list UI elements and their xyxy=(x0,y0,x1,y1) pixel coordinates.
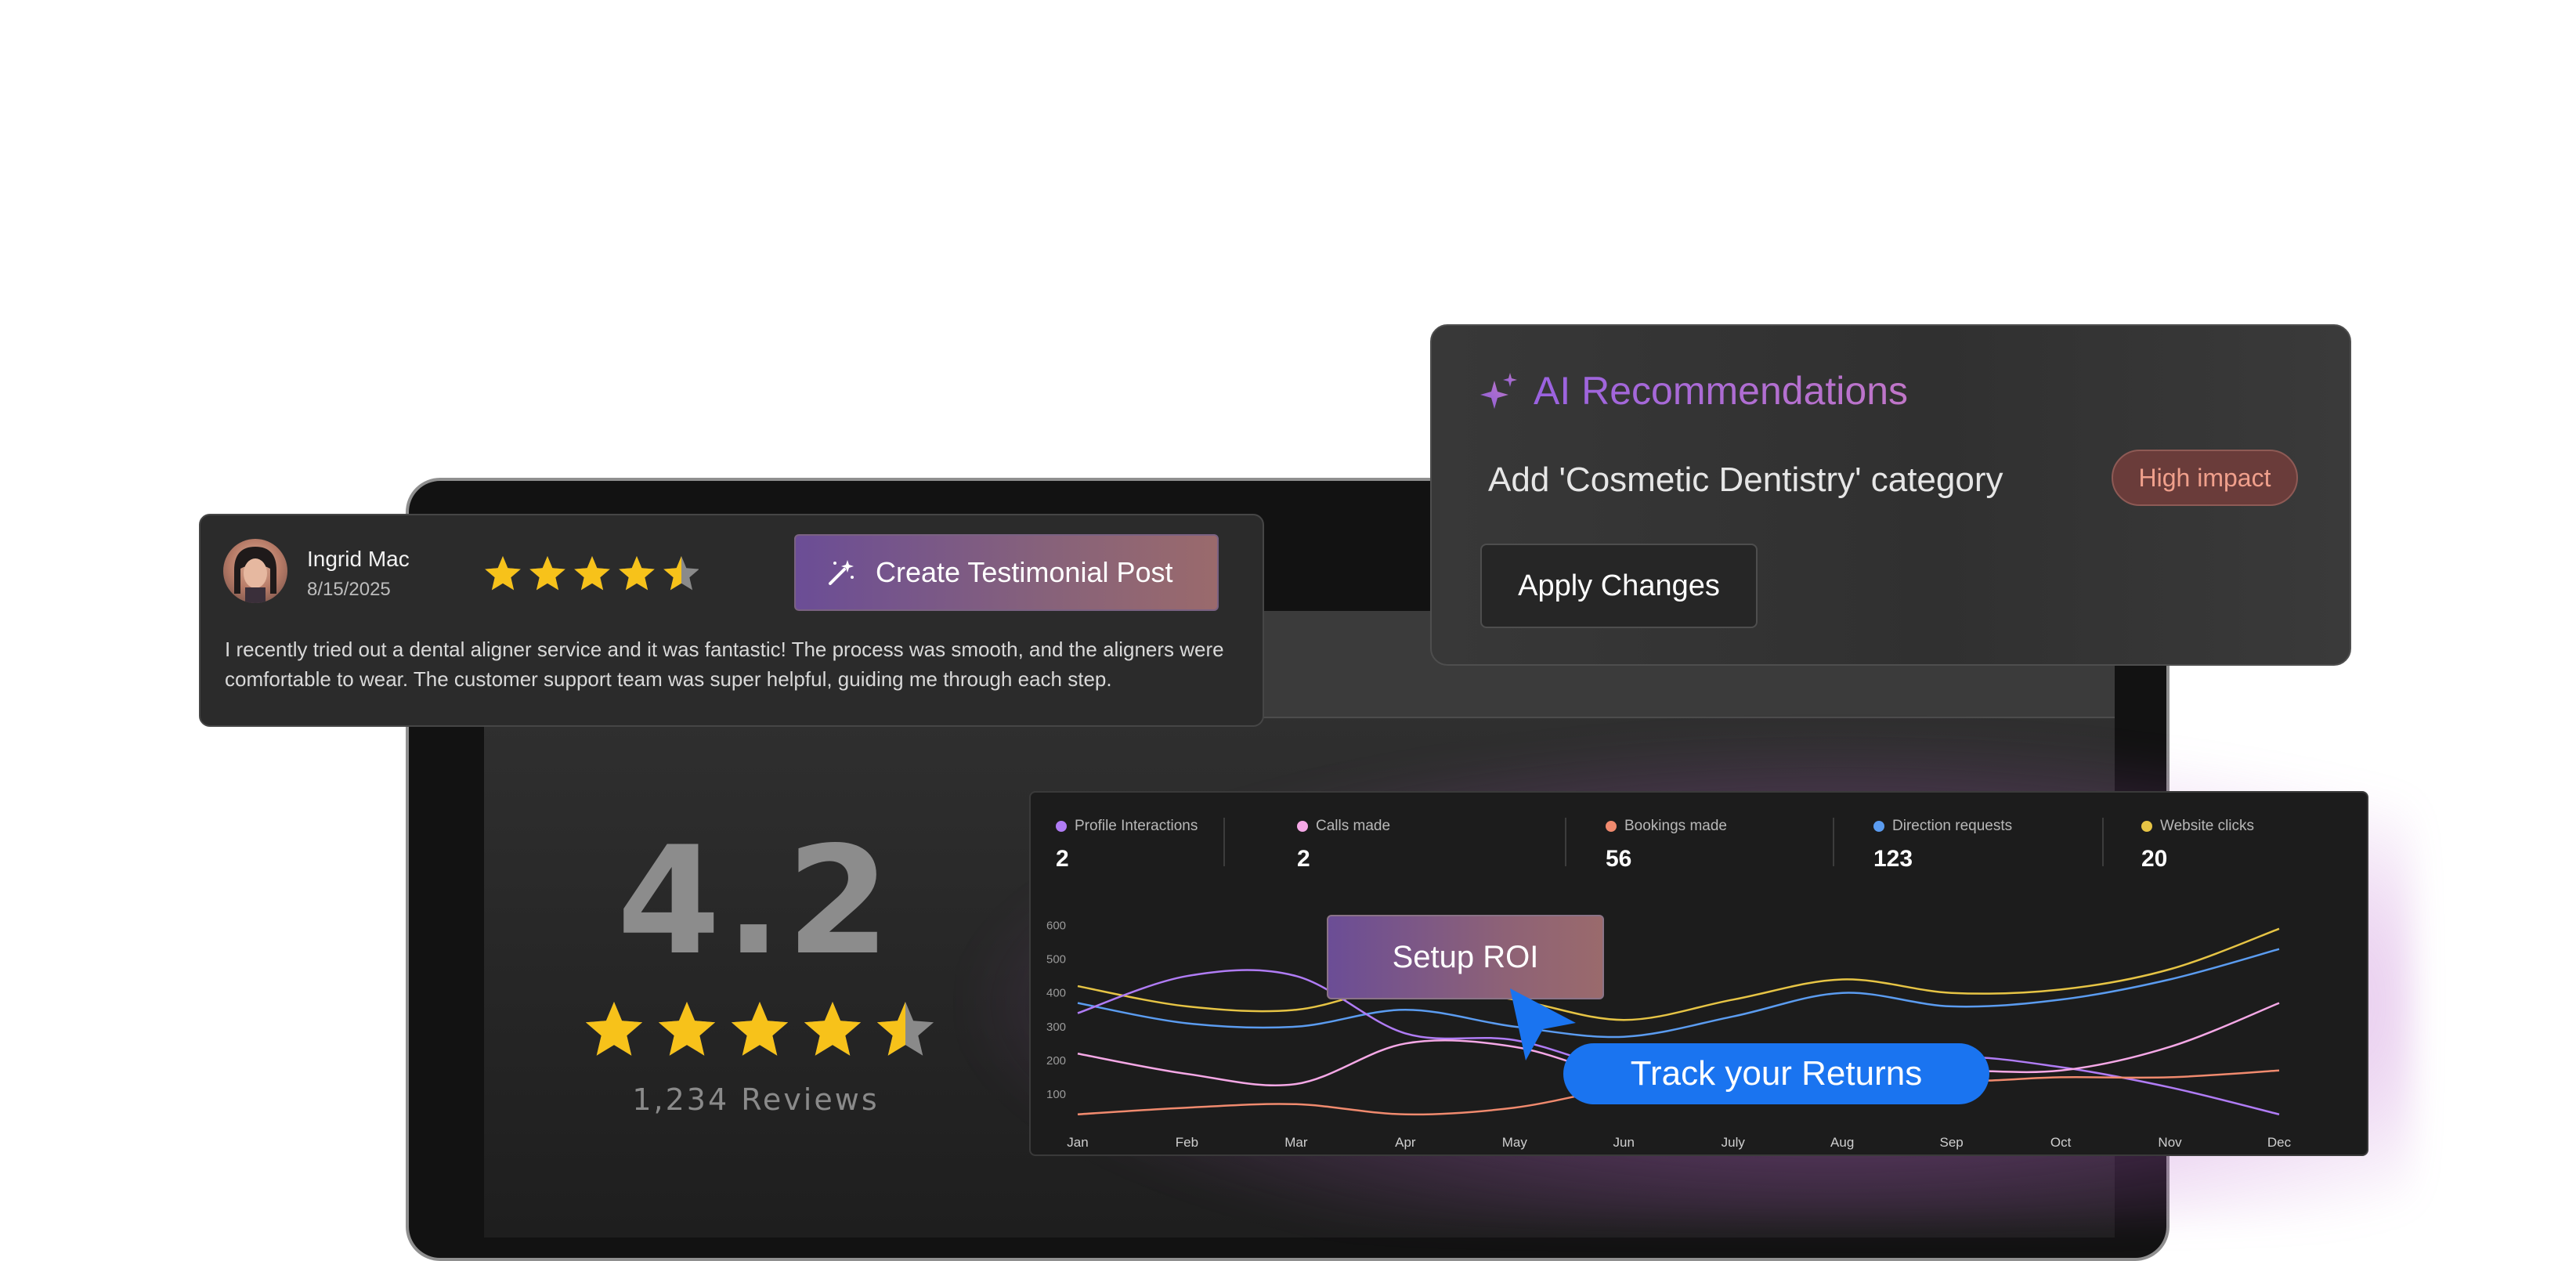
star-icon xyxy=(731,1002,789,1056)
create-testimonial-button[interactable]: Create Testimonial Post xyxy=(794,534,1219,611)
metric-divider xyxy=(1833,818,1834,866)
star-icon xyxy=(619,556,655,591)
calls-made-dot xyxy=(1297,821,1308,832)
series-line-website-clicks xyxy=(1077,927,2280,1021)
profile-interactions-dot xyxy=(1056,821,1067,832)
metric-bookings-made: Bookings made 56 xyxy=(1606,818,1727,872)
review-star-rating xyxy=(485,556,699,591)
reviews-count: 1,234 Reviews xyxy=(632,1082,880,1117)
y-tick-label: 200 xyxy=(1046,1054,1066,1068)
metric-divider xyxy=(1223,818,1225,866)
metric-website-clicks: Website clicks 20 xyxy=(2141,818,2255,872)
cursor-pointer-icon xyxy=(1510,988,1576,1060)
x-tick-label: Sep xyxy=(1940,1135,1964,1150)
star-icon xyxy=(658,1002,716,1056)
create-testimonial-label: Create Testimonial Post xyxy=(876,556,1173,588)
y-tick-label: 300 xyxy=(1046,1021,1066,1034)
bookings-made-dot xyxy=(1606,821,1617,832)
metric-calls-made: Calls made 2 xyxy=(1297,818,1391,872)
star-icon xyxy=(485,556,521,591)
series-line-direction-requests xyxy=(1077,948,2280,1039)
x-tick-label: Feb xyxy=(1176,1135,1198,1150)
line-chart: 100 200 300 400 500 600 Jan Feb Mar Apr May Jun July… xyxy=(1046,920,2292,1150)
star-icon xyxy=(529,556,565,591)
metric-divider xyxy=(1565,818,1566,866)
website-clicks-dot xyxy=(2141,821,2152,832)
apply-changes-button[interactable]: Apply Changes xyxy=(1480,544,1758,628)
y-tick-label: 500 xyxy=(1046,953,1066,967)
x-tick-label: Apr xyxy=(1395,1135,1416,1150)
x-tick-label: July xyxy=(1722,1135,1746,1150)
star-icon xyxy=(804,1002,862,1056)
track-returns-button[interactable]: Track your Returns xyxy=(1563,1043,1989,1104)
impact-badge: High impact xyxy=(2112,450,2298,506)
y-tick-label: 100 xyxy=(1046,1088,1066,1101)
sparkle-icon xyxy=(1480,373,1517,409)
summary-star-rating xyxy=(585,1002,934,1056)
direction-requests-dot xyxy=(1873,821,1884,832)
star-icon xyxy=(574,556,610,591)
y-tick-label: 400 xyxy=(1046,987,1066,1000)
x-tick-label: Aug xyxy=(1830,1135,1854,1150)
avatar xyxy=(223,539,287,603)
x-tick-label: May xyxy=(1502,1135,1528,1150)
average-rating: 4.2 xyxy=(616,815,895,988)
x-tick-label: Nov xyxy=(2158,1135,2182,1150)
review-text: I recently tried out a dental aligner se… xyxy=(225,638,1224,691)
x-tick-label: Dec xyxy=(2267,1135,2292,1150)
metric-divider xyxy=(2102,818,2104,866)
x-tick-label: Oct xyxy=(2050,1135,2072,1150)
ai-recommendations-title: AI Recommendations xyxy=(1534,369,1909,413)
y-tick-label: 600 xyxy=(1046,920,1066,933)
metric-profile-interactions: Profile Interactions 2 xyxy=(1056,818,1198,872)
metric-direction-requests: Direction requests 123 xyxy=(1873,818,2013,872)
magic-wand-icon xyxy=(829,560,854,585)
x-tick-label: Jun xyxy=(1613,1135,1635,1150)
review-date: 8/15/2025 xyxy=(307,579,391,600)
star-icon xyxy=(585,1002,643,1056)
x-tick-label: Mar xyxy=(1284,1135,1308,1150)
x-tick-label: Jan xyxy=(1067,1135,1088,1150)
recommendation-text: Add 'Cosmetic Dentistry' category xyxy=(1488,461,2003,499)
reviewer-name: Ingrid Mac xyxy=(307,547,410,571)
